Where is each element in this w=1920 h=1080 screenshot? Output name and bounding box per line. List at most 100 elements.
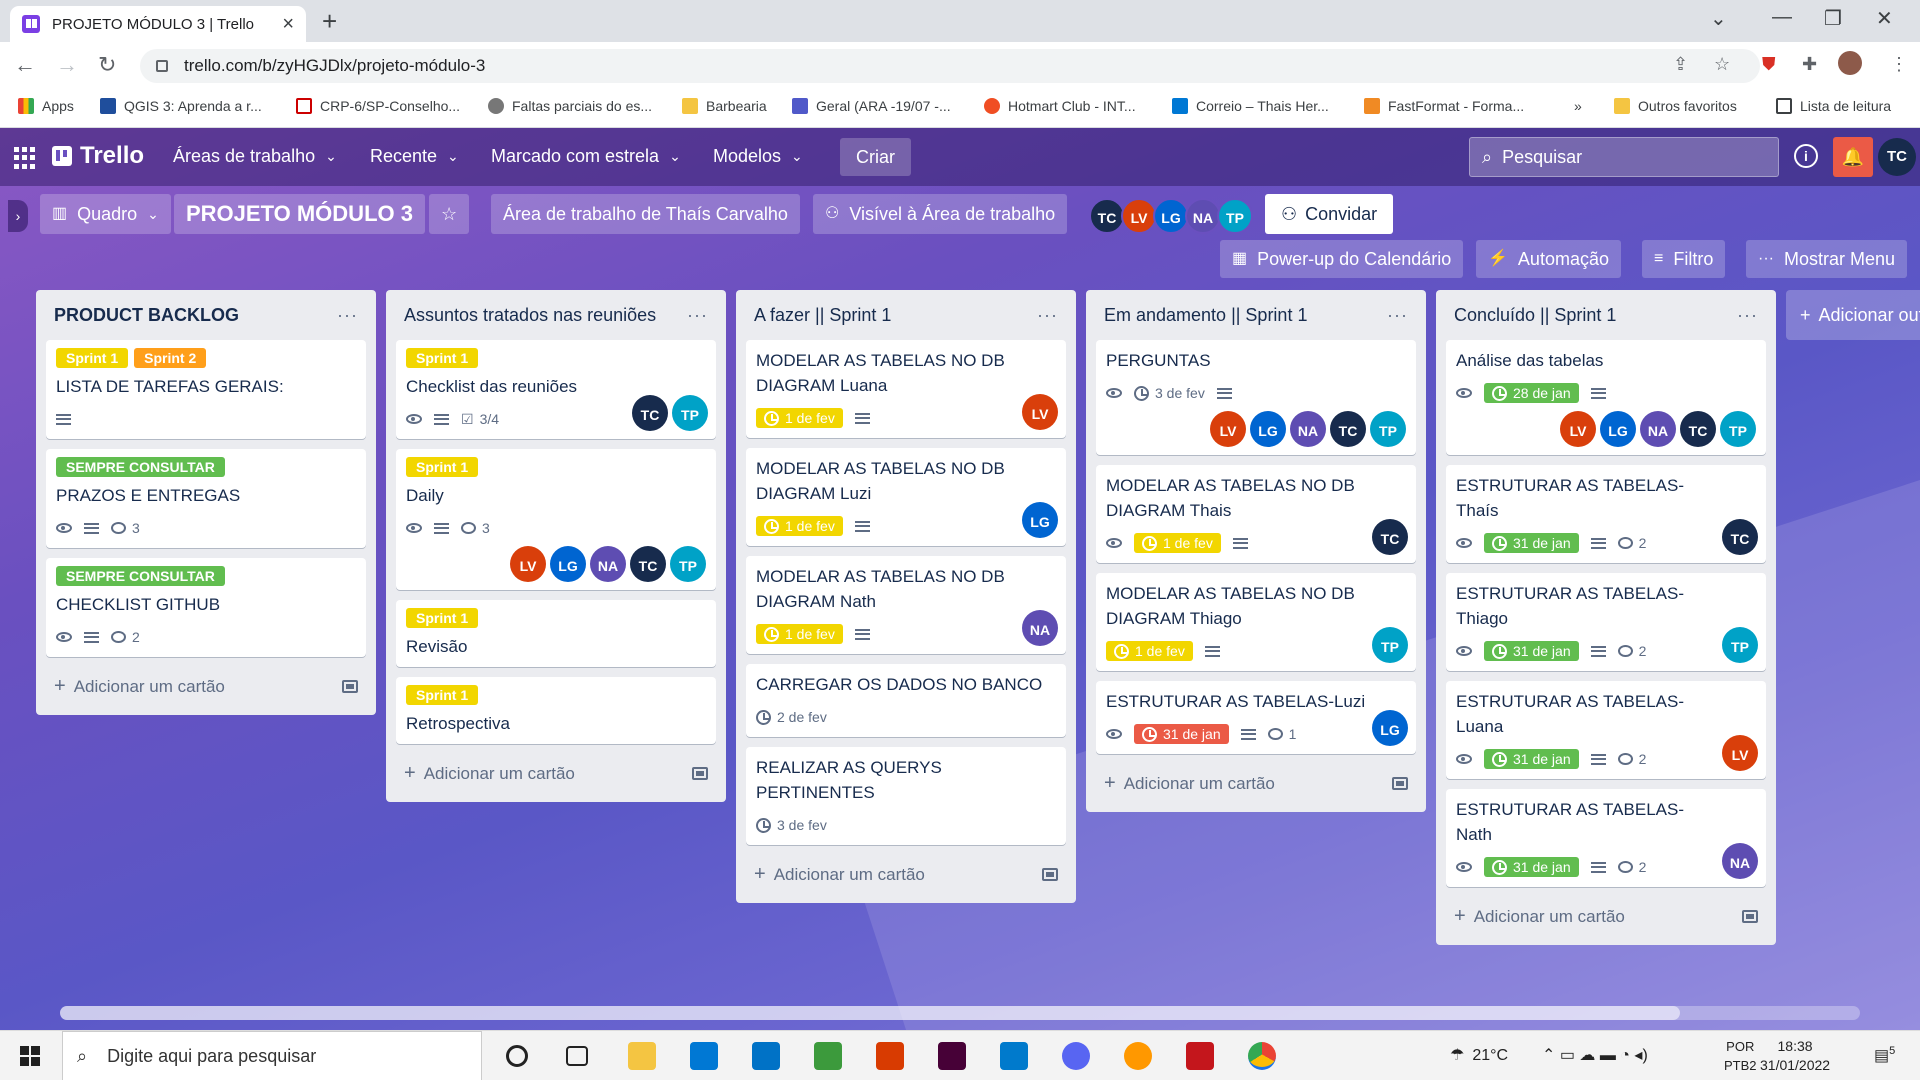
nav-templates[interactable]: Modelos ⌄ [713,146,803,167]
card[interactable]: Sprint 1 Revisão [396,600,716,667]
member-avatar[interactable]: TC [1680,411,1716,447]
bookmark-star-icon[interactable]: ☆ [1714,54,1730,75]
member-avatar[interactable]: TC [630,546,666,582]
card[interactable]: Sprint 1 Daily 3 LV LG NA TC TP [396,449,716,590]
member-avatar[interactable]: LG [1250,411,1286,447]
file-explorer-icon[interactable] [628,1042,656,1070]
list-menu-icon[interactable]: ··· [337,305,358,326]
bookmark-apps[interactable]: Apps [18,98,74,114]
member-avatar[interactable]: TC [1089,198,1125,234]
avast-icon[interactable] [1124,1042,1152,1070]
language-indicator[interactable]: POR PTB2 [1724,1037,1757,1075]
card[interactable]: CARREGAR OS DADOS NO BANCO 2 de fev [746,664,1066,737]
card[interactable]: SEMPRE CONSULTAR PRAZOS E ENTREGAS 3 [46,449,366,548]
calendar-powerup-button[interactable]: ▦ Power-up do Calendário [1220,240,1464,278]
back-icon[interactable]: ← [14,52,36,78]
windows-start-icon[interactable] [20,1046,40,1066]
new-tab-button[interactable]: + [322,6,337,37]
card-template-icon[interactable] [692,766,708,780]
invite-button[interactable]: ⚇ Convidar [1265,194,1394,234]
member-avatar[interactable]: TC [1372,519,1408,555]
due-date-badge[interactable]: 1 de fev [756,624,843,644]
add-card-button[interactable]: + Adicionar um cartão [396,754,716,792]
card-label[interactable]: Sprint 2 [134,348,207,368]
list-header[interactable]: A fazer || Sprint 1 ··· [746,290,1066,340]
list-title[interactable]: Em andamento || Sprint 1 [1104,305,1307,326]
member-avatar[interactable]: NA [1022,610,1058,646]
card-label[interactable]: SEMPRE CONSULTAR [56,457,225,477]
member-avatar[interactable]: LV [1210,411,1246,447]
list-menu-icon[interactable]: ··· [1387,305,1408,326]
address-bar[interactable]: trello.com/b/zyHGJDlx/projeto-módulo-3 [140,49,1760,83]
adobe-xd-icon[interactable] [938,1042,966,1070]
add-card-button[interactable]: + Adicionar um cartão [746,855,1066,893]
bookmark-fastformat[interactable]: FastFormat - Forma... [1364,98,1524,114]
bookmark-lista-de-leitura[interactable]: Lista de leitura [1776,98,1891,114]
due-date-badge[interactable]: 28 de jan [1484,383,1579,403]
list-title[interactable]: PRODUCT BACKLOG [54,305,239,326]
due-date-badge[interactable]: 31 de jan [1484,857,1579,877]
due-date-badge[interactable]: 31 de jan [1134,724,1229,744]
extensions-puzzle-icon[interactable]: ✚ [1802,54,1817,75]
member-avatar[interactable]: TC [1878,138,1916,176]
list-header[interactable]: PRODUCT BACKLOG ··· [46,290,366,340]
card[interactable]: MODELAR AS TABELAS NO DB DIAGRAM Luana 1 … [746,340,1066,438]
vscode-icon[interactable] [1000,1042,1028,1070]
card[interactable]: Sprint 1 Retrospectiva [396,677,716,744]
add-card-link[interactable]: + Adicionar um cartão [1454,905,1625,928]
member-avatar[interactable]: TP [672,395,708,431]
tab-search-icon[interactable]: ⌄ [1710,6,1727,31]
list-title[interactable]: A fazer || Sprint 1 [754,305,891,326]
browser-tab[interactable]: PROJETO MÓDULO 3 | Trello × [10,6,306,42]
member-avatar[interactable]: LG [1153,198,1189,234]
restore-button[interactable]: ❐ [1824,6,1842,31]
acrobat-icon[interactable] [1186,1042,1214,1070]
member-avatar[interactable]: LG [1372,710,1408,746]
share-icon[interactable]: ⇪ [1673,54,1688,75]
member-avatar[interactable]: TP [1370,411,1406,447]
member-avatar[interactable]: TP [1720,411,1756,447]
due-date-badge[interactable]: 31 de jan [1484,749,1579,769]
bookmark-geral[interactable]: Geral (ARA -19/07 -... [792,98,951,114]
card-template-icon[interactable] [1392,776,1408,790]
taskbar-clock[interactable]: 18:38 31/01/2022 [1760,1037,1830,1075]
due-date-badge[interactable]: 3 de fev [1134,385,1205,401]
card-template-icon[interactable] [1042,867,1058,881]
member-avatar[interactable]: LV [1022,394,1058,430]
due-date-badge[interactable]: 1 de fev [756,408,843,428]
member-avatar[interactable]: LG [550,546,586,582]
card[interactable]: ESTRUTURAR AS TABELAS-Thiago 31 de jan 2 TP [1446,573,1766,671]
close-window-button[interactable]: ✕ [1876,6,1893,31]
due-date-badge[interactable]: 1 de fev [1106,641,1193,661]
card[interactable]: ESTRUTURAR AS TABELAS-Luzi 31 de jan 1 LG [1096,681,1416,754]
member-avatar[interactable]: NA [590,546,626,582]
list-menu-icon[interactable]: ··· [687,305,708,326]
app-switcher-icon[interactable] [14,147,36,169]
workspace-button[interactable]: Área de trabalho de Thaís Carvalho [491,194,800,234]
card[interactable]: MODELAR AS TABELAS NO DB DIAGRAM Nath 1 d… [746,556,1066,654]
create-button[interactable]: Criar [840,138,911,176]
list-title[interactable]: Concluído || Sprint 1 [1454,305,1616,326]
app-green-icon[interactable] [814,1042,842,1070]
lock-icon[interactable] [156,60,168,72]
card[interactable]: MODELAR AS TABELAS NO DB DIAGRAM Thais 1 … [1096,465,1416,563]
minimize-button[interactable]: — [1772,6,1792,29]
weather-widget[interactable]: ☂ 21°C [1450,1045,1508,1065]
due-date-badge[interactable]: 1 de fev [756,516,843,536]
list-header[interactable]: Em andamento || Sprint 1 ··· [1096,290,1416,340]
extension-shield-icon[interactable]: ⛊ [1762,54,1776,75]
bookmarks-overflow[interactable]: » [1574,98,1582,114]
bookmark-hotmart[interactable]: Hotmart Club - INT... [984,98,1136,114]
bookmark-qgis[interactable]: QGIS 3: Aprenda a r... [100,98,262,114]
card-label[interactable]: Sprint 1 [406,608,479,628]
member-avatar[interactable]: TP [670,546,706,582]
trello-logo[interactable]: Trello [52,142,144,170]
add-card-button[interactable]: + Adicionar um cartão [1096,764,1416,802]
task-view-icon[interactable] [566,1046,588,1066]
card-template-icon[interactable] [1742,909,1758,923]
card[interactable]: ESTRUTURAR AS TABELAS- Luana 31 de jan 2 LV [1446,681,1766,779]
member-avatar[interactable]: TP [1372,627,1408,663]
card[interactable]: Sprint 1 Checklist das reuniões ☑ 3/4 TC TP [396,340,716,439]
add-card-link[interactable]: + Adicionar um cartão [404,762,575,785]
bookmark-faltas[interactable]: Faltas parciais do es... [488,98,652,114]
